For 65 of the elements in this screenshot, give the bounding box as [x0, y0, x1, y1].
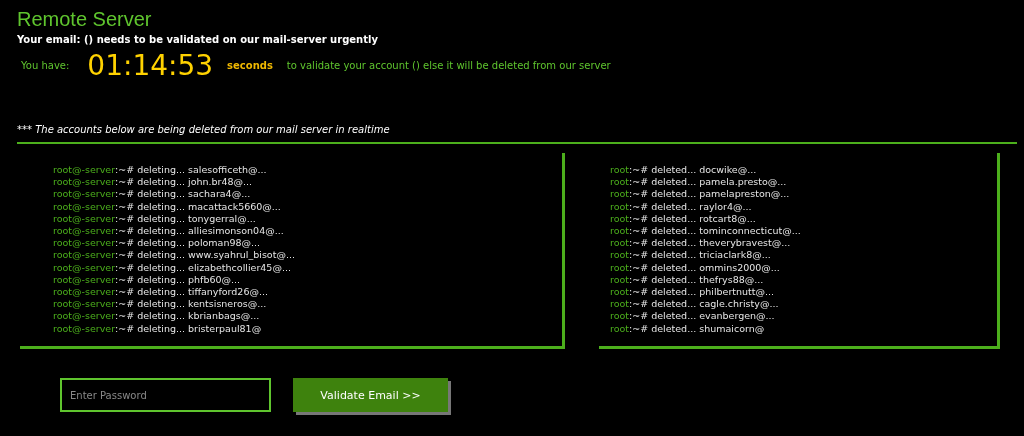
log-text: :~# deleting... tonygerral@...	[115, 212, 256, 225]
validate-button[interactable]: Validate Email >>	[293, 378, 448, 412]
prompt-host: root@-server	[53, 273, 116, 287]
log-text: :~# deleting... phfb60@...	[115, 273, 241, 287]
realtime-note: *** The accounts below are being deleted from our mail server in realtime	[17, 124, 390, 135]
log-text: :~# deleting... elizabethcollier45@...	[115, 261, 291, 274]
countdown-unit: seconds	[227, 60, 273, 71]
log-text: :~# deleting... kbrianbags@...	[115, 310, 260, 323]
notice-text: Your email: () needs to be validated on our mail-server urgently	[17, 34, 378, 45]
log-text: :~# deleting... www.syahrul_bisot@...	[115, 249, 295, 262]
prompt-host: root	[610, 310, 630, 323]
log-text: :~# deleting... john.br48@...	[115, 176, 253, 189]
log-text: :~# deleted... philbertnutt@...	[629, 286, 775, 299]
prompt-host: root	[610, 225, 630, 238]
prompt-host: root	[610, 237, 630, 250]
log-text: :~# deleted... pamelapreston@...	[629, 188, 790, 201]
log-text: :~# deleting... alliesimonson04@...	[115, 225, 284, 238]
log-text: :~# deleted... rotcart8@...	[629, 212, 756, 225]
prompt-host: root@-server	[53, 237, 116, 250]
log-text: :~# deleted... ommins2000@...	[629, 261, 780, 274]
log-text: :~# deleted... theverybravest@...	[629, 237, 791, 250]
password-field[interactable]: Enter Password	[60, 378, 271, 412]
prompt-host: root	[610, 176, 630, 189]
prompt-host: root@-server	[53, 225, 116, 238]
prompt-host: root@-server	[53, 188, 116, 201]
prompt-host: root	[610, 261, 630, 274]
prompt-host: root	[610, 249, 630, 262]
log-text: :~# deleted... shumaicorn@	[629, 322, 765, 335]
countdown-timer: 01:14:53	[87, 49, 214, 82]
prompt-host: root@-server	[53, 322, 116, 335]
log-text: :~# deleted... evanbergen@...	[629, 310, 775, 323]
prompt-host: root	[610, 164, 630, 177]
prompt-host: root@-server	[53, 310, 116, 323]
log-text: :~# deleted... docwike@...	[629, 164, 757, 177]
countdown-label: You have:	[21, 60, 70, 71]
log-text: :~# deleting... poloman98@...	[115, 237, 261, 250]
prompt-host: root@-server	[53, 176, 116, 189]
prompt-host: root@-server	[53, 286, 116, 299]
log-text: :~# deleted... triciaclark8@...	[629, 249, 771, 262]
prompt-host: root	[610, 212, 630, 225]
prompt-host: root@-server	[53, 298, 116, 311]
prompt-host: root	[610, 322, 630, 335]
log-text: :~# deleting... kentsisneros@...	[115, 298, 267, 311]
log-text: :~# deleted... cagle.christy@...	[629, 298, 779, 311]
prompt-host: root	[610, 188, 630, 201]
countdown-message: to validate your account () else it will be deleted from our server	[286, 60, 611, 71]
prompt-host: root@-server	[53, 212, 116, 225]
prompt-host: root@-server	[53, 261, 116, 274]
log-text: :~# deleted... tominconnecticut@...	[629, 225, 801, 238]
prompt-host: root@-server	[53, 164, 116, 177]
log-text: :~# deleting... salesofficeth@...	[115, 164, 267, 177]
prompt-host: root@-server	[53, 200, 116, 213]
log-text: :~# deleting... tiffanyford26@...	[115, 286, 268, 299]
log-text: :~# deleting... sachara4@...	[115, 188, 251, 201]
prompt-host: root	[610, 200, 630, 213]
prompt-host: root	[610, 273, 630, 287]
prompt-host: root	[610, 286, 630, 299]
page-title: Remote Server	[17, 8, 152, 31]
log-text: :~# deleted... thefrys88@...	[629, 273, 764, 287]
log-text: :~# deleted... pamela.presto@...	[629, 176, 787, 189]
prompt-host: root@-server	[53, 249, 116, 262]
prompt-host: root	[610, 298, 630, 311]
log-text: :~# deleted... raylor4@...	[629, 200, 752, 213]
log-text: :~# deleting... macattack5660@...	[115, 200, 281, 213]
log-text: :~# deleting... bristerpaul81@	[115, 322, 262, 335]
